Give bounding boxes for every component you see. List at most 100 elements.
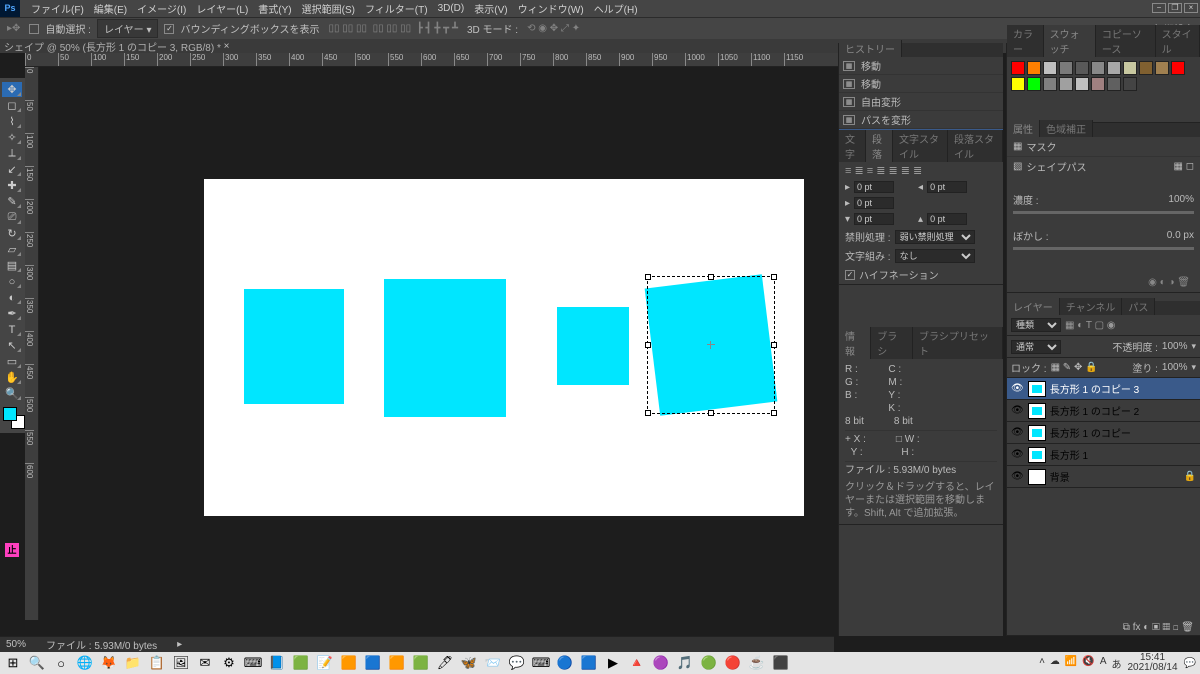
swatch[interactable]: [1139, 61, 1153, 75]
dodge-tool[interactable]: ◐: [2, 290, 22, 305]
info-tab[interactable]: 情報: [839, 327, 871, 359]
hand-tool[interactable]: ✋: [2, 370, 22, 385]
taskbar-app-icon[interactable]: ⬛: [772, 654, 790, 672]
layer-row[interactable]: 👁背景🔒: [1007, 466, 1200, 488]
swatch[interactable]: [1091, 77, 1105, 91]
swatch[interactable]: [1155, 61, 1169, 75]
shape-rect-3[interactable]: [557, 307, 629, 385]
history-item[interactable]: ▦パスを変形: [839, 111, 1003, 129]
handle-bm[interactable]: [708, 410, 714, 416]
taskbar-app-icon[interactable]: 🟣: [652, 654, 670, 672]
copy-source-tab[interactable]: コピーソース: [1096, 25, 1156, 57]
blur-tool[interactable]: ○: [2, 274, 22, 289]
blend-mode-select[interactable]: 通常: [1011, 340, 1061, 354]
shape-tool[interactable]: ▭: [2, 354, 22, 369]
history-tab[interactable]: ヒストリー: [839, 40, 902, 57]
swatch[interactable]: [1059, 77, 1073, 91]
menu-filter[interactable]: フィルター(T): [360, 1, 433, 16]
menu-edit[interactable]: 編集(E): [89, 1, 132, 16]
transform-bounding-box[interactable]: [647, 276, 775, 414]
swatch[interactable]: [1171, 61, 1185, 75]
brush-tab[interactable]: ブラシ: [871, 327, 913, 359]
eraser-tool[interactable]: ▱: [2, 242, 22, 257]
hyphen-checkbox[interactable]: ✓: [845, 270, 855, 280]
color-tab[interactable]: カラー: [1007, 25, 1044, 57]
menu-image[interactable]: イメージ(I): [132, 1, 191, 16]
pen-tool[interactable]: ✒: [2, 306, 22, 321]
indent-left-input[interactable]: [854, 181, 894, 193]
menu-select[interactable]: 選択範囲(S): [297, 1, 360, 16]
lasso-tool[interactable]: ⌇: [2, 114, 22, 129]
swatch[interactable]: [1043, 77, 1057, 91]
swatch[interactable]: [1075, 77, 1089, 91]
history-item[interactable]: ▦移動: [839, 57, 1003, 75]
fill-value[interactable]: 100%: [1162, 362, 1188, 373]
taskbar-app-icon[interactable]: ▶: [604, 654, 622, 672]
opacity-value[interactable]: 100%: [1162, 341, 1188, 352]
swatch[interactable]: [1075, 61, 1089, 75]
menu-type[interactable]: 書式(Y): [253, 1, 296, 16]
visibility-icon[interactable]: 👁: [1011, 449, 1024, 460]
menu-3d[interactable]: 3D(D): [433, 3, 470, 14]
wand-tool[interactable]: ✧: [2, 130, 22, 145]
move-tool[interactable]: ✥: [2, 82, 22, 97]
handle-bl[interactable]: [645, 410, 651, 416]
taskbar-app-icon[interactable]: ⊞: [4, 654, 22, 672]
style-tab[interactable]: スタイル: [1156, 25, 1200, 57]
taskbar-app-icon[interactable]: ⌨: [244, 654, 262, 672]
density-value[interactable]: 100%: [1168, 194, 1194, 205]
canvas[interactable]: [204, 179, 804, 516]
eyedropper-tool[interactable]: ↙: [2, 162, 22, 177]
handle-tm[interactable]: [708, 274, 714, 280]
layer-row[interactable]: 👁長方形 1 のコピー: [1007, 422, 1200, 444]
taskbar-app-icon[interactable]: 💬: [508, 654, 526, 672]
swatch[interactable]: [1107, 77, 1121, 91]
document-tab[interactable]: シェイプ @ 50% (長方形 1 のコピー 3, RGB/8) *: [4, 39, 221, 54]
handle-tr[interactable]: [771, 274, 777, 280]
shape-rect-1[interactable]: [244, 289, 344, 404]
taskbar-app-icon[interactable]: 🖼: [172, 654, 190, 672]
system-clock[interactable]: 15:412021/08/14: [1127, 653, 1177, 673]
taskbar-app-icon[interactable]: 📁: [124, 654, 142, 672]
visibility-icon[interactable]: 👁: [1011, 427, 1024, 438]
heal-tool[interactable]: ✚: [2, 178, 22, 193]
density-slider[interactable]: [1013, 211, 1194, 214]
layer-row[interactable]: 👁長方形 1 のコピー 2: [1007, 400, 1200, 422]
swatch[interactable]: [1123, 61, 1137, 75]
history-brush-tool[interactable]: ↻: [2, 226, 22, 241]
char-tab[interactable]: 文字: [839, 130, 866, 162]
lock-icons[interactable]: ▦ ✎ ✥ 🔒: [1051, 362, 1098, 373]
type-tool[interactable]: T: [2, 322, 22, 337]
autoselect-checkbox[interactable]: [29, 24, 39, 34]
properties-tab[interactable]: 属性: [1007, 120, 1040, 137]
layer-kind-select[interactable]: 種類: [1011, 318, 1061, 332]
tray-icon[interactable]: あ: [1111, 656, 1121, 671]
notification-icon[interactable]: 💬: [1184, 658, 1196, 669]
taskbar-app-icon[interactable]: 🎵: [676, 654, 694, 672]
swatch[interactable]: [1011, 77, 1025, 91]
brush-preset-tab[interactable]: ブラシプリセット: [913, 327, 1003, 359]
taskbar-app-icon[interactable]: 🦊: [100, 654, 118, 672]
swatch[interactable]: [1043, 61, 1057, 75]
marquee-tool[interactable]: ◻: [2, 98, 22, 113]
taskbar-app-icon[interactable]: 🔺: [628, 654, 646, 672]
handle-tl[interactable]: [645, 274, 651, 280]
taskbar-app-icon[interactable]: 🔵: [556, 654, 574, 672]
fg-bg-color[interactable]: [3, 407, 25, 429]
path-buttons[interactable]: ▦ ◻: [1173, 161, 1194, 172]
handle-ml[interactable]: [645, 342, 651, 348]
swatches-tab[interactable]: スウォッチ: [1044, 25, 1096, 57]
swatch[interactable]: [1091, 61, 1105, 75]
swatch[interactable]: [1027, 77, 1041, 91]
taskbar-app-icon[interactable]: 📘: [268, 654, 286, 672]
taskbar-app-icon[interactable]: 🟩: [292, 654, 310, 672]
layer-row[interactable]: 👁長方形 1: [1007, 444, 1200, 466]
taskbar-app-icon[interactable]: 🟧: [340, 654, 358, 672]
tray-icon[interactable]: 🔇: [1082, 656, 1094, 671]
feather-slider[interactable]: [1013, 247, 1194, 250]
space-before-input[interactable]: [854, 213, 894, 225]
color-correct-tab[interactable]: 色域補正: [1040, 120, 1093, 137]
visibility-icon[interactable]: 👁: [1011, 383, 1024, 394]
layer-panel-buttons[interactable]: ⧉ fx ◐ ▣ ▦ ◻ 🗑: [1007, 619, 1200, 635]
taskbar-app-icon[interactable]: 🦋: [460, 654, 478, 672]
